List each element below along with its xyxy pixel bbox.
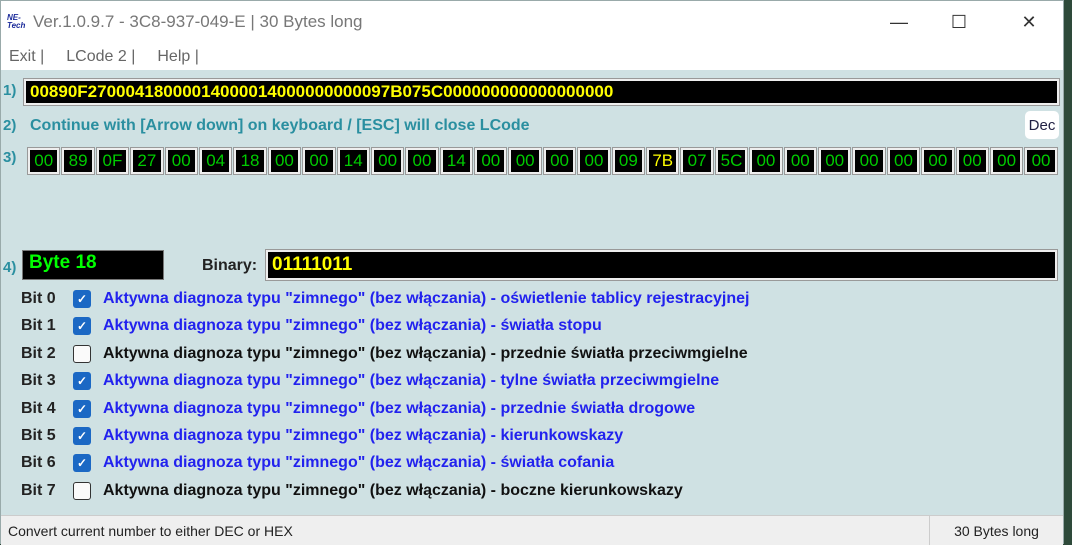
bit-name: Bit 3 — [21, 372, 56, 390]
byte-cell[interactable]: 00 — [955, 147, 989, 175]
dec-button[interactable]: Dec — [1025, 111, 1059, 139]
byte-cell[interactable]: 00 — [267, 147, 302, 175]
byte-cell[interactable]: 00 — [749, 147, 783, 175]
byte-cells: 00 89 0F 27 00 04 18 00 00 14 00 00 14 00 00 00 00 09 7B 07… — [26, 147, 1058, 175]
bit-name: Bit 5 — [21, 427, 56, 444]
bit-checkbox[interactable]: ✓ — [73, 372, 91, 391]
byte-cell[interactable]: 07 — [680, 147, 714, 175]
bit-name: Bit 6 — [21, 454, 56, 472]
bit-row: Bit 1 ✓ Aktywna diagnoza typu "zimnego" (b… — [21, 314, 602, 338]
bit-checkbox[interactable] — [73, 481, 91, 500]
binary-field[interactable]: 01111011 — [265, 249, 1058, 281]
byte-cell[interactable]: 00 — [921, 147, 955, 175]
bit-description: Aktywna diagnoza typu "zimnego" (bez włą… — [103, 372, 720, 390]
maximize-button[interactable]: ☐ — [929, 1, 989, 43]
bit-name: Bit 4 — [21, 399, 56, 417]
byte-cell[interactable]: 00 — [783, 147, 817, 175]
bit-row: Bit 6 ✓ Aktywna diagnoza typu "zimnego" (b… — [21, 451, 614, 475]
byte-cell[interactable]: 0F — [95, 147, 130, 175]
status-bar: Convert current number to either DEC or … — [1, 515, 1063, 545]
menu-lcode2[interactable]: LCode 2 | — [66, 48, 135, 66]
title-bar: NE- Tech Ver.1.0.9.7 - 3C8-937-049-E | 30… — [1, 1, 1063, 43]
step-1-label: 1) — [3, 82, 17, 99]
byte-cell[interactable]: 09 — [611, 147, 646, 175]
byte-label: Byte 18 — [22, 250, 164, 280]
bit-row: Bit 0 ✓ Aktywna diagnoza typu "zimnego" (b… — [21, 287, 749, 311]
byte-cell[interactable]: 00 — [577, 147, 611, 175]
app-logo: NE- Tech — [7, 13, 26, 30]
bit-description: Aktywna diagnoza typu "zimnego" (bez włą… — [103, 481, 683, 499]
byte-cell[interactable]: 18 — [233, 147, 267, 175]
byte-cell[interactable]: 7B — [646, 147, 680, 175]
byte-cell[interactable]: 00 — [989, 147, 1024, 175]
bit-description: Aktywna diagnoza typu "zimnego" (bez włą… — [103, 344, 748, 362]
byte-cell[interactable]: 27 — [130, 147, 164, 175]
bit-row: Bit 3 ✓ Aktywna diagnoza typu "zimnego" (b… — [21, 369, 719, 393]
step-3-label: 3) — [3, 149, 17, 166]
status-text: Convert current number to either DEC or … — [8, 522, 293, 539]
bit-description: Aktywna diagnoza typu "zimnego" (bez włą… — [103, 290, 750, 307]
byte-cell[interactable]: 00 — [508, 147, 542, 175]
menu-help[interactable]: Help | — [157, 48, 199, 66]
bit-name: Bit 0 — [21, 290, 56, 307]
byte-cell[interactable]: 00 — [817, 147, 852, 175]
bit-name: Bit 1 — [21, 317, 56, 335]
close-button[interactable]: ✕ — [999, 1, 1059, 43]
bit-checkbox[interactable]: ✓ — [73, 317, 91, 336]
byte-cell[interactable]: 00 — [1024, 147, 1058, 175]
bit-description: Aktywna diagnoza typu "zimnego" (bez włą… — [103, 454, 615, 472]
byte-cell[interactable]: 00 — [164, 147, 198, 175]
byte-cell[interactable]: 00 — [302, 147, 336, 175]
bit-row: Bit 2 Aktywna diagnoza typu "zimnego" (be… — [21, 342, 748, 366]
bit-name: Bit 2 — [21, 344, 56, 362]
byte-cell[interactable]: 00 — [405, 147, 439, 175]
lcode-window: NE- Tech Ver.1.0.9.7 - 3C8-937-049-E | 30… — [0, 0, 1064, 545]
menu-exit[interactable]: Exit | — [9, 48, 44, 66]
bit-checkbox[interactable]: ✓ — [73, 454, 91, 473]
binary-label: Binary: — [202, 257, 258, 274]
bit-checkbox[interactable]: ✓ — [73, 290, 91, 308]
status-length: 30 Bytes long — [929, 516, 1063, 545]
bit-checkbox[interactable] — [73, 344, 91, 363]
byte-cell[interactable]: 89 — [61, 147, 95, 175]
byte-cell[interactable]: 00 — [370, 147, 405, 175]
byte-cell[interactable]: 00 — [474, 147, 508, 175]
bit-row: Bit 5 ✓ Aktywna diagnoza typu "zimnego" (b… — [21, 424, 623, 448]
window-title: Ver.1.0.9.7 - 3C8-937-049-E | 30 Bytes l… — [33, 12, 363, 31]
step-4-label: 4) — [3, 259, 17, 276]
bit-checkbox[interactable]: ✓ — [73, 427, 91, 445]
byte-cell[interactable]: 00 — [886, 147, 921, 175]
bit-checkbox[interactable]: ✓ — [73, 399, 91, 418]
minimize-button[interactable]: — — [869, 1, 929, 43]
bit-description: Aktywna diagnoza typu "zimnego" (bez włą… — [103, 317, 602, 335]
byte-cell[interactable]: 00 — [542, 147, 577, 175]
menu-bar: Exit | LCode 2 | Help | — [1, 43, 1063, 70]
byte-cell[interactable]: 14 — [439, 147, 474, 175]
byte-cell[interactable]: 5C — [714, 147, 749, 175]
byte-cell[interactable]: 04 — [198, 147, 233, 175]
byte-cell[interactable]: 14 — [336, 147, 370, 175]
byte-cell[interactable]: 00 — [852, 147, 886, 175]
bit-description: Aktywna diagnoza typu "zimnego" (bez włą… — [103, 427, 624, 444]
bit-row: Bit 7 Aktywna diagnoza typu "zimnego" (be… — [21, 479, 683, 503]
byte-cell[interactable]: 00 — [26, 147, 61, 175]
hint-text: Continue with [Arrow down] on keyboard /… — [30, 117, 530, 134]
hex-string-field[interactable]: 00890F27000418000014000014000000000097B0… — [23, 78, 1060, 106]
bit-description: Aktywna diagnoza typu "zimnego" (bez włą… — [103, 399, 696, 417]
bit-name: Bit 7 — [21, 481, 56, 499]
step-2-label: 2) — [3, 117, 17, 134]
bit-row: Bit 4 ✓ Aktywna diagnoza typu "zimnego" (b… — [21, 397, 695, 421]
